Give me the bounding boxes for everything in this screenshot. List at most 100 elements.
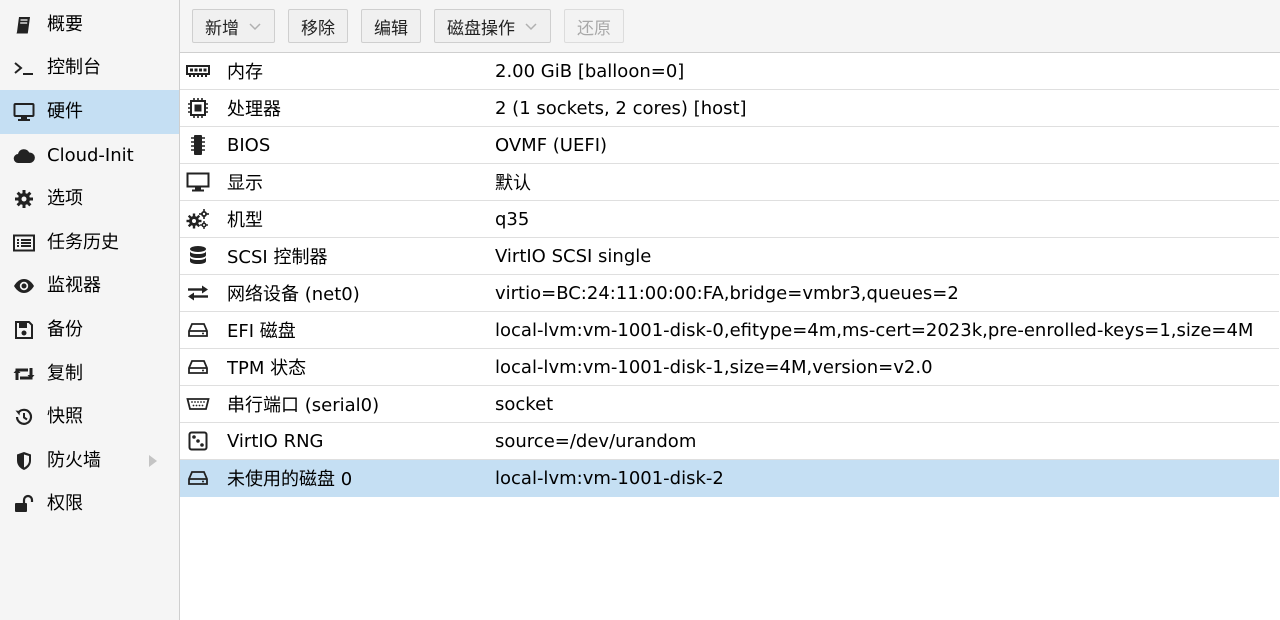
row-name: 未使用的磁盘 0 [227,469,353,490]
table-row-cpu[interactable]: 处理器 2 (1 sockets, 2 cores) [host] [180,90,1279,127]
chevron-down-icon [249,23,261,31]
shield-icon [12,449,36,473]
row-name: 处理器 [227,99,281,120]
hdd-icon [186,355,210,379]
row-value: local-lvm:vm-1001-disk-2 [495,467,724,489]
cpu-icon [186,96,210,120]
row-name: 内存 [227,62,263,83]
floppy-icon [12,318,36,342]
sidebar-item-monitor[interactable]: 监视器 [0,265,179,309]
sidebar: 概要 控制台 硬件 Cloud-Init 选项 任务历史 监视器 备份 复制 快… [0,0,180,620]
sidebar-item-console[interactable]: 控制台 [0,47,179,91]
gear-icon [12,187,36,211]
table-row-memory[interactable]: 内存 2.00 GiB [balloon=0] [180,53,1279,90]
row-name: SCSI 控制器 [227,247,328,268]
sidebar-item-label: 防火墙 [47,449,101,471]
revert-button[interactable]: 还原 [564,9,624,43]
sidebar-item-task-history[interactable]: 任务历史 [0,221,179,265]
disk-action-button-label: 磁盘操作 [447,18,515,39]
table-row-display[interactable]: 显示 默认 [180,164,1279,201]
table-row-efi-disk[interactable]: EFI 磁盘 local-lvm:vm-1001-disk-0,efitype=… [180,312,1279,349]
desktop-icon [186,170,210,194]
table-row-bios[interactable]: BIOS OVMF (UEFI) [180,127,1279,164]
sidebar-item-label: 监视器 [47,275,101,297]
cogs-icon [186,207,210,231]
row-name: 串行端口 (serial0) [227,395,380,416]
row-name: 机型 [227,210,263,231]
sidebar-item-permissions[interactable]: 权限 [0,483,179,527]
database-icon [186,244,210,268]
eye-icon [12,274,36,298]
sidebar-item-options[interactable]: 选项 [0,177,179,221]
row-name: 显示 [227,173,263,194]
list-icon [12,231,36,255]
row-value: 2 (1 sockets, 2 cores) [host] [495,97,747,119]
desktop-icon [12,100,36,124]
sidebar-item-label: 选项 [47,188,83,210]
table-row-machine[interactable]: 机型 q35 [180,201,1279,238]
sidebar-item-backup[interactable]: 备份 [0,308,179,352]
serial-port-icon [186,392,210,416]
sidebar-item-label: 备份 [47,318,83,340]
app-window: 概要 控制台 硬件 Cloud-Init 选项 任务历史 监视器 备份 复制 快… [0,0,1280,620]
chevron-down-icon [525,23,537,31]
sidebar-item-label: 硬件 [47,100,83,122]
unlock-icon [12,492,36,516]
row-name: TPM 状态 [227,358,307,379]
row-value: 默认 [495,173,531,194]
hdd-icon [186,318,210,342]
book-icon [12,13,36,37]
retweet-icon [12,362,36,386]
disk-action-button[interactable]: 磁盘操作 [434,9,551,43]
sidebar-item-label: 控制台 [47,57,101,79]
row-value: local-lvm:vm-1001-disk-1,size=4M,version… [495,356,933,378]
table-row-virtio-rng[interactable]: VirtIO RNG source=/dev/urandom [180,423,1279,460]
hardware-panel: 新增 移除 编辑 磁盘操作 还原 内存 2.00 GiB [balloon=0]… [180,0,1280,620]
table-row-scsi-controller[interactable]: SCSI 控制器 VirtIO SCSI single [180,238,1279,275]
history-icon [12,405,36,429]
terminal-icon [12,56,36,80]
sidebar-item-label: Cloud-Init [47,144,134,166]
sidebar-item-label: 复制 [47,362,83,384]
microchip-icon [186,133,210,157]
sidebar-item-firewall[interactable]: 防火墙 [0,439,179,483]
table-row-tpm-state[interactable]: TPM 状态 local-lvm:vm-1001-disk-1,size=4M,… [180,349,1279,386]
sidebar-item-summary[interactable]: 概要 [0,3,179,47]
hardware-list: 内存 2.00 GiB [balloon=0] 处理器 2 (1 sockets… [180,53,1279,497]
cloud-icon [12,144,36,168]
remove-button[interactable]: 移除 [288,9,348,43]
expand-arrow-icon[interactable] [149,454,157,467]
row-name: VirtIO RNG [227,430,324,452]
edit-button-label: 编辑 [374,18,408,39]
row-name: BIOS [227,134,271,156]
sidebar-item-snapshots[interactable]: 快照 [0,395,179,439]
sidebar-item-replication[interactable]: 复制 [0,352,179,396]
dice-icon [186,429,210,453]
toolbar: 新增 移除 编辑 磁盘操作 还原 [180,0,1280,53]
row-name: EFI 磁盘 [227,321,296,342]
sidebar-item-label: 任务历史 [47,231,119,253]
sidebar-item-label: 概要 [47,13,83,35]
row-value: OVMF (UEFI) [495,134,608,156]
row-value: virtio=BC:24:11:00:00:FA,bridge=vmbr3,qu… [495,282,959,304]
row-value: VirtIO SCSI single [495,245,652,267]
row-value: source=/dev/urandom [495,430,697,452]
revert-button-label: 还原 [577,18,611,39]
row-name: 网络设备 (net0) [227,284,360,305]
row-value: local-lvm:vm-1001-disk-0,efitype=4m,ms-c… [495,319,1254,341]
sidebar-item-hardware[interactable]: 硬件 [0,90,179,134]
table-row-serial-port[interactable]: 串行端口 (serial0) socket [180,386,1279,423]
exchange-icon [186,281,210,305]
hdd-icon [186,466,210,490]
sidebar-item-label: 快照 [47,406,83,428]
row-value: 2.00 GiB [balloon=0] [495,60,685,82]
table-row-network[interactable]: 网络设备 (net0) virtio=BC:24:11:00:00:FA,bri… [180,275,1279,312]
add-button[interactable]: 新增 [192,9,275,43]
table-row-unused-disk[interactable]: 未使用的磁盘 0 local-lvm:vm-1001-disk-2 [180,460,1279,497]
row-value: q35 [495,208,530,230]
sidebar-item-label: 权限 [47,493,83,515]
memory-icon [186,59,210,83]
add-button-label: 新增 [205,18,239,39]
sidebar-item-cloud-init[interactable]: Cloud-Init [0,134,179,178]
edit-button[interactable]: 编辑 [361,9,421,43]
